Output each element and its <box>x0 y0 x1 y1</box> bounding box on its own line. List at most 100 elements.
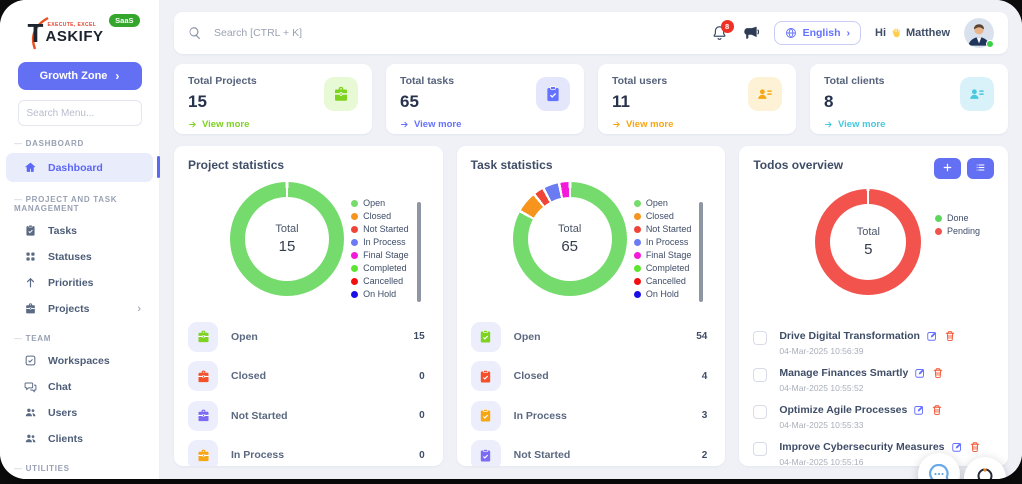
todo-timestamp: 04-Mar-2025 10:56:39 <box>779 346 864 356</box>
avatar[interactable] <box>964 18 994 48</box>
list-icon <box>975 161 986 176</box>
arrow-right-icon <box>612 120 621 129</box>
stat-card: Total clients 8 View more <box>810 64 1008 134</box>
legend-item[interactable]: In Process <box>351 237 409 247</box>
status-count: 0 <box>419 449 425 461</box>
todo-checkbox[interactable] <box>753 442 768 456</box>
sidebar-section-label: Project and Task Management <box>14 195 159 213</box>
legend-item[interactable]: Cancelled <box>351 276 409 286</box>
todo-title: Manage Finances Smartly <box>779 367 909 379</box>
view-more-link[interactable]: View more <box>400 119 570 130</box>
sidebar-section-label: Utilities <box>14 464 159 473</box>
legend-item[interactable]: On Hold <box>633 289 692 299</box>
sidebar-item[interactable]: Tasks <box>6 218 153 243</box>
sidebar: T EXECUTE, EXCEL ASKIFY SaaS Growth Zone… <box>0 0 160 479</box>
todo-checkbox[interactable] <box>753 368 768 382</box>
sidebar-item[interactable]: Projects › <box>6 296 153 321</box>
legend-dot <box>633 264 641 272</box>
legend-item[interactable]: Closed <box>351 211 409 221</box>
todo-item: Drive Digital Transformation 04-Mar-2025… <box>753 330 994 356</box>
legend-dot <box>351 225 359 233</box>
legend-dot <box>633 225 641 233</box>
legend-dot <box>351 251 359 259</box>
app-logo: T EXECUTE, EXCEL ASKIFY SaaS <box>20 14 140 52</box>
sidebar-item-label: Leads Management <box>48 479 137 480</box>
sidebar-item-label: Tasks <box>48 224 77 237</box>
notifications-button[interactable]: 8 <box>711 20 734 42</box>
view-more-link[interactable]: View more <box>188 119 358 130</box>
sidebar-item-label: Users <box>48 406 78 419</box>
megaphone-icon <box>742 26 760 46</box>
trash-icon[interactable] <box>931 404 943 416</box>
task-status-list: Open 54 Closed 4 In Process 3 Not Starte… <box>470 321 712 466</box>
legend-item[interactable]: Completed <box>633 263 692 273</box>
language-selector[interactable]: English › <box>773 21 861 45</box>
legend-item[interactable]: On Hold <box>351 289 409 299</box>
add-todo-button[interactable] <box>934 158 962 179</box>
edit-icon[interactable] <box>951 441 963 453</box>
legend-item[interactable]: Final Stage <box>633 250 691 260</box>
legend-item[interactable]: Final Stage <box>351 250 409 260</box>
app-frame: T EXECUTE, EXCEL ASKIFY SaaS Growth Zone… <box>0 0 1022 479</box>
legend-item[interactable]: Open <box>633 198 692 208</box>
sidebar-item[interactable]: Priorities <box>6 270 153 295</box>
announcements-button[interactable] <box>742 24 760 42</box>
sidebar-item[interactable]: Leads Management › <box>6 478 153 480</box>
status-count: 15 <box>413 331 425 342</box>
sidebar-section: Team Workspaces <box>0 334 159 451</box>
sidebar-item-label: Chat <box>48 380 72 393</box>
sidebar-item-label: Dashboard <box>48 161 103 174</box>
view-more-link[interactable]: View more <box>824 119 994 130</box>
legend-item[interactable]: Not Started <box>351 224 409 234</box>
legend-item[interactable]: Done <box>934 213 980 223</box>
sidebar-search-input[interactable] <box>17 100 142 126</box>
user-card-icon <box>960 77 994 111</box>
briefcase-icon <box>188 361 218 391</box>
legend-item[interactable]: Cancelled <box>633 276 692 286</box>
trash-icon[interactable] <box>932 367 944 379</box>
sidebar-item[interactable]: Workspaces <box>6 348 153 373</box>
chart-cards: Project statistics Total 15 Open Closed … <box>174 146 1009 466</box>
todo-checkbox[interactable] <box>753 405 768 419</box>
trash-icon[interactable] <box>969 441 981 453</box>
sidebar-item[interactable]: Clients <box>6 426 153 451</box>
edit-icon[interactable] <box>914 367 926 379</box>
project-status-list: Open 15 Closed 0 Not Started 0 In Proces… <box>188 321 429 466</box>
status-row: Not Started 0 <box>188 400 429 431</box>
legend-scrollbar[interactable] <box>416 202 421 302</box>
stat-card: Total Projects 15 View more <box>174 64 372 134</box>
legend-dot <box>934 214 942 222</box>
sidebar-item[interactable]: Users <box>6 400 153 425</box>
briefcase-icon <box>188 321 218 352</box>
legend-dot <box>633 199 641 207</box>
status-count: 4 <box>701 370 708 382</box>
legend-dot <box>633 251 641 259</box>
trash-icon[interactable] <box>944 330 956 342</box>
edit-icon[interactable] <box>913 404 925 416</box>
stat-card: Total tasks 65 View more <box>386 64 584 134</box>
todo-title: Drive Digital Transformation <box>779 330 920 342</box>
card-title: Project statistics <box>188 158 285 172</box>
legend-item[interactable]: Closed <box>633 211 692 221</box>
view-more-link[interactable]: View more <box>612 119 782 130</box>
sidebar-section-label: Team <box>14 334 159 343</box>
legend-item[interactable]: Open <box>351 198 409 208</box>
legend-item[interactable]: Completed <box>351 263 409 273</box>
sidebar-item[interactable]: Statuses <box>6 244 153 269</box>
clipboard-icon <box>24 224 37 237</box>
legend-item[interactable]: Not Started <box>633 224 691 234</box>
growth-zone-button[interactable]: Growth Zone › <box>17 62 142 90</box>
sidebar-item[interactable]: Chat <box>6 374 153 399</box>
edit-icon[interactable] <box>926 330 938 342</box>
status-count: 3 <box>701 410 708 421</box>
status-row: Open 15 <box>188 321 429 352</box>
legend-item[interactable]: Pending <box>934 226 980 236</box>
main-content: 8 English › Hi Matthew <box>160 0 1022 479</box>
global-search-input[interactable] <box>212 26 711 40</box>
legend-scrollbar[interactable] <box>699 202 704 302</box>
status-row: Closed 4 <box>470 361 712 391</box>
sidebar-item[interactable]: Dashboard <box>6 153 160 182</box>
todo-checkbox[interactable] <box>753 331 768 345</box>
todo-list-button[interactable] <box>967 158 995 179</box>
legend-item[interactable]: In Process <box>633 237 692 247</box>
